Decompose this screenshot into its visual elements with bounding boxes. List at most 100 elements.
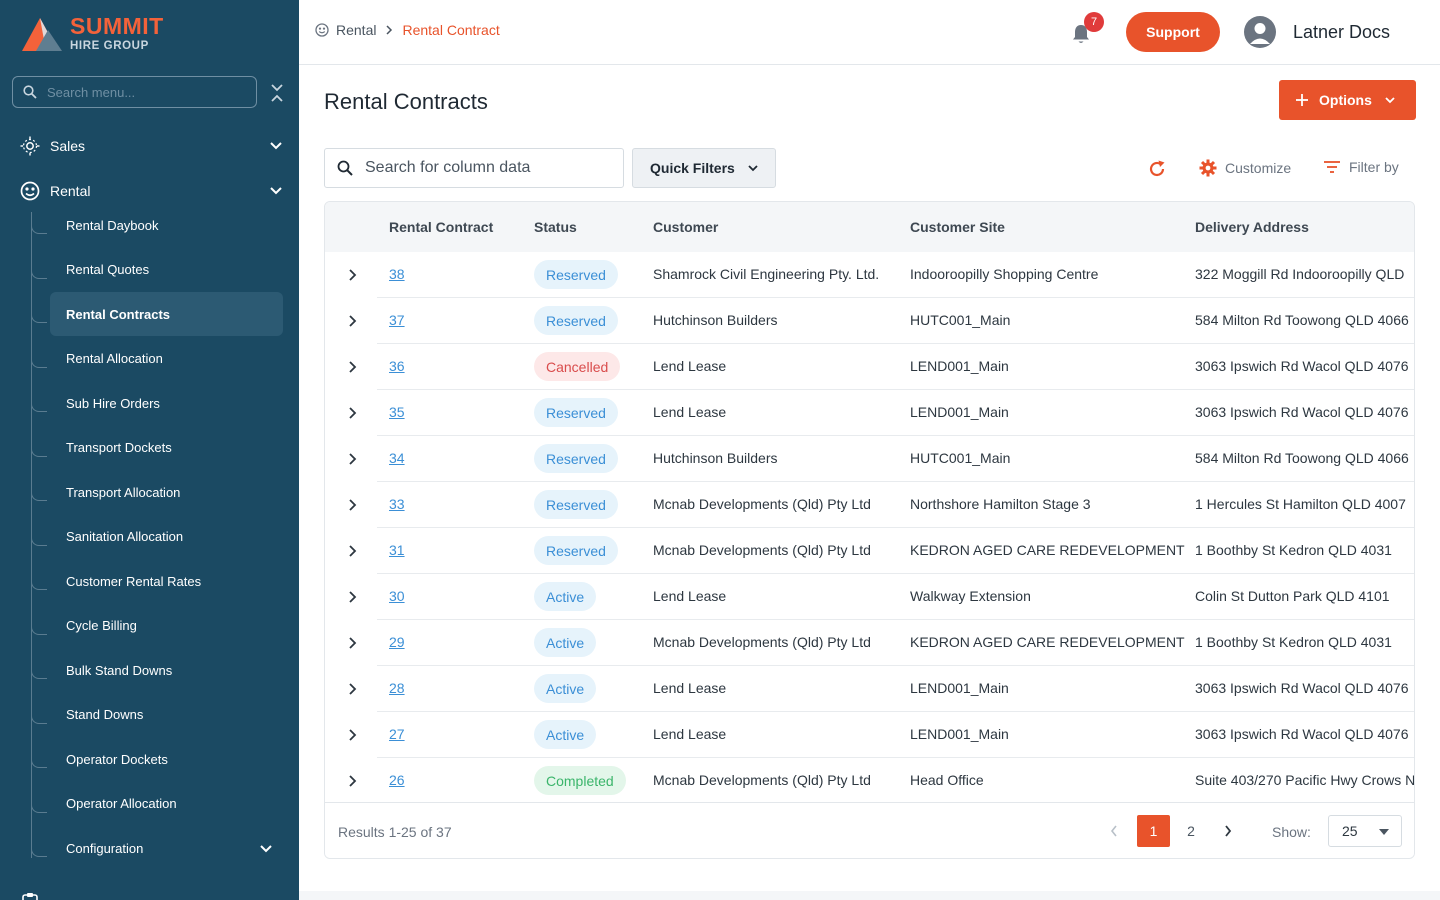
filter-by-button[interactable]: Filter by (1324, 159, 1399, 175)
brand-logo[interactable]: SUMMIT HIRE GROUP (20, 14, 164, 54)
breadcrumb: Rental Rental Contract (315, 22, 500, 38)
contract-link[interactable]: 34 (389, 450, 405, 466)
sidebar-item-rental-contracts[interactable]: Rental Contracts (50, 292, 283, 336)
chevron-right-icon[interactable] (347, 406, 359, 420)
status-badge: Reserved (534, 444, 618, 473)
contract-link[interactable]: 29 (389, 634, 405, 650)
chevron-right-icon[interactable] (347, 590, 359, 604)
sidebar-item-customer-rental-rates[interactable]: Customer Rental Rates (50, 559, 283, 603)
column-customer[interactable]: Customer (653, 219, 718, 235)
tree-connector (31, 446, 47, 457)
sidebar-item-cycle-billing[interactable]: Cycle Billing (50, 604, 283, 648)
delivery-address-cell: 3063 Ipswich Rd Wacol QLD 4076 (1195, 680, 1409, 696)
menu-search-input[interactable] (47, 84, 237, 100)
chevron-left-icon[interactable] (1109, 824, 1119, 838)
customer-cell: Mcnab Developments (Qld) Pty Ltd (653, 542, 871, 558)
table-row[interactable]: 29 Active Mcnab Developments (Qld) Pty Ltd… (325, 620, 1414, 666)
sidebar-item-rental-allocation[interactable]: Rental Allocation (50, 337, 283, 381)
contract-link[interactable]: 35 (389, 404, 405, 420)
chevron-right-icon[interactable] (347, 314, 359, 328)
sidebar-item-label: Transport Dockets (66, 440, 172, 455)
table-search-input[interactable] (365, 159, 615, 177)
chevron-right-icon[interactable] (347, 728, 359, 742)
chevron-right-icon[interactable] (347, 268, 359, 282)
status-badge: Reserved (534, 536, 618, 565)
sidebar-item-label: Rental Quotes (66, 262, 150, 277)
customize-button[interactable]: Customize (1199, 159, 1291, 177)
table-row[interactable]: 30 Active Lend Lease Walkway Extension Colin… (325, 574, 1414, 620)
contract-link[interactable]: 26 (389, 772, 405, 788)
table-row[interactable]: 36 Cancelled Lend Lease LEND001_Main 3063 Ip… (325, 344, 1414, 390)
table-row[interactable]: 38 Reserved Shamrock Civil Engineering Pty… (325, 252, 1414, 298)
sidebar-item-transport-allocation[interactable]: Transport Allocation (50, 470, 283, 514)
breadcrumb-rental[interactable]: Rental (336, 22, 376, 38)
table-row[interactable]: 31 Reserved Mcnab Developments (Qld) Pty L… (325, 528, 1414, 574)
delivery-address-cell: 1 Hercules St Hamilton QLD 4007 (1195, 496, 1406, 512)
table-row[interactable]: 34 Reserved Hutchinson Builders HUTC001_Mai… (325, 436, 1414, 482)
delivery-address-cell: 1 Boothby St Kedron QLD 4031 (1195, 634, 1392, 650)
quick-filters-button[interactable]: Quick Filters (632, 148, 776, 188)
sidebar-item-operator-allocation[interactable]: Operator Allocation (50, 782, 283, 826)
sidebar-item-configuration[interactable]: Configuration (50, 826, 283, 870)
sidebar-item-rental-quotes[interactable]: Rental Quotes (50, 248, 283, 292)
mountain-logo-icon (22, 18, 62, 51)
chevron-right-icon[interactable] (347, 360, 359, 374)
options-button[interactable]: Options (1279, 80, 1416, 120)
contract-link[interactable]: 37 (389, 312, 405, 328)
sidebar-item-label: Sub Hire Orders (66, 395, 160, 411)
collapse-sidebar-icon[interactable] (268, 82, 286, 104)
table-row[interactable]: 35 Reserved Lend Lease LEND001_Main 3063 Ips… (325, 390, 1414, 436)
chevron-right-icon[interactable] (347, 682, 359, 696)
chevron-down-icon (1385, 97, 1395, 104)
column-status[interactable]: Status (534, 219, 577, 235)
table-row[interactable]: 33 Reserved Mcnab Developments (Qld) Pty L… (325, 482, 1414, 528)
table-row[interactable]: 37 Reserved Hutchinson Builders HUTC001_Mai… (325, 298, 1414, 344)
page-size-select[interactable]: 25 (1328, 815, 1402, 847)
contract-link[interactable]: 31 (389, 542, 405, 558)
contract-link[interactable]: 36 (389, 358, 405, 374)
column-delivery-address[interactable]: Delivery Address (1195, 219, 1309, 235)
sidebar-item-stand-downs[interactable]: Stand Downs (50, 693, 283, 737)
tree-connector (31, 847, 47, 857)
sidebar-item-sanitation-allocation[interactable]: Sanitation Allocation (50, 515, 283, 559)
contract-link[interactable]: 28 (389, 680, 405, 696)
sidebar-item-label: Configuration (66, 840, 144, 856)
table-row[interactable]: 28 Active Lend Lease LEND001_Main 3063 Ipswi… (325, 666, 1414, 712)
page-2-button[interactable]: 2 (1181, 815, 1201, 847)
search-icon (337, 160, 353, 176)
sidebar-item-operator-dockets[interactable]: Operator Dockets (50, 737, 283, 781)
page-1-button[interactable]: 1 (1137, 815, 1170, 847)
page-size-value: 25 (1342, 823, 1358, 839)
column-customer-site[interactable]: Customer Site (910, 219, 1005, 235)
column-rental-contract[interactable]: Rental Contract (389, 219, 493, 235)
sidebar-item-sales[interactable]: Sales (0, 124, 299, 168)
quick-filters-label: Quick Filters (650, 160, 735, 176)
customer-cell: Lend Lease (653, 726, 727, 742)
sidebar: SUMMIT HIRE GROUP Sales (0, 0, 299, 900)
sidebar-item-bulk-stand-downs[interactable]: Bulk Stand Downs (50, 648, 283, 692)
chevron-right-icon[interactable] (347, 774, 359, 788)
chevron-right-icon[interactable] (347, 544, 359, 558)
status-badge: Reserved (534, 260, 618, 289)
sidebar-item-transport-dockets[interactable]: Transport Dockets (50, 426, 283, 470)
filter-by-label: Filter by (1349, 159, 1399, 175)
contract-link[interactable]: 30 (389, 588, 405, 604)
chevron-right-icon[interactable] (1223, 824, 1233, 838)
sidebar-item-next[interactable] (0, 880, 299, 900)
chevron-right-icon[interactable] (347, 452, 359, 466)
user-name[interactable]: Latner Docs (1293, 22, 1390, 43)
sidebar-item-rental-daybook[interactable]: Rental Daybook (50, 203, 283, 247)
support-button[interactable]: Support (1126, 12, 1220, 52)
table-row[interactable]: 27 Active Lend Lease LEND001_Main 3063 Ipswi… (325, 712, 1414, 758)
chevron-right-icon[interactable] (347, 498, 359, 512)
chevron-right-icon[interactable] (347, 636, 359, 650)
avatar[interactable] (1244, 16, 1276, 48)
customer-cell: Lend Lease (653, 680, 727, 696)
contract-link[interactable]: 33 (389, 496, 405, 512)
sidebar-item-sub-hire-orders[interactable]: Sub Hire Orders (50, 381, 283, 425)
refresh-icon[interactable] (1147, 159, 1167, 179)
tree-connector (31, 624, 47, 635)
table-row[interactable]: 26 Completed Mcnab Developments (Qld) Pty … (325, 758, 1414, 804)
contract-link[interactable]: 38 (389, 266, 405, 282)
contract-link[interactable]: 27 (389, 726, 405, 742)
